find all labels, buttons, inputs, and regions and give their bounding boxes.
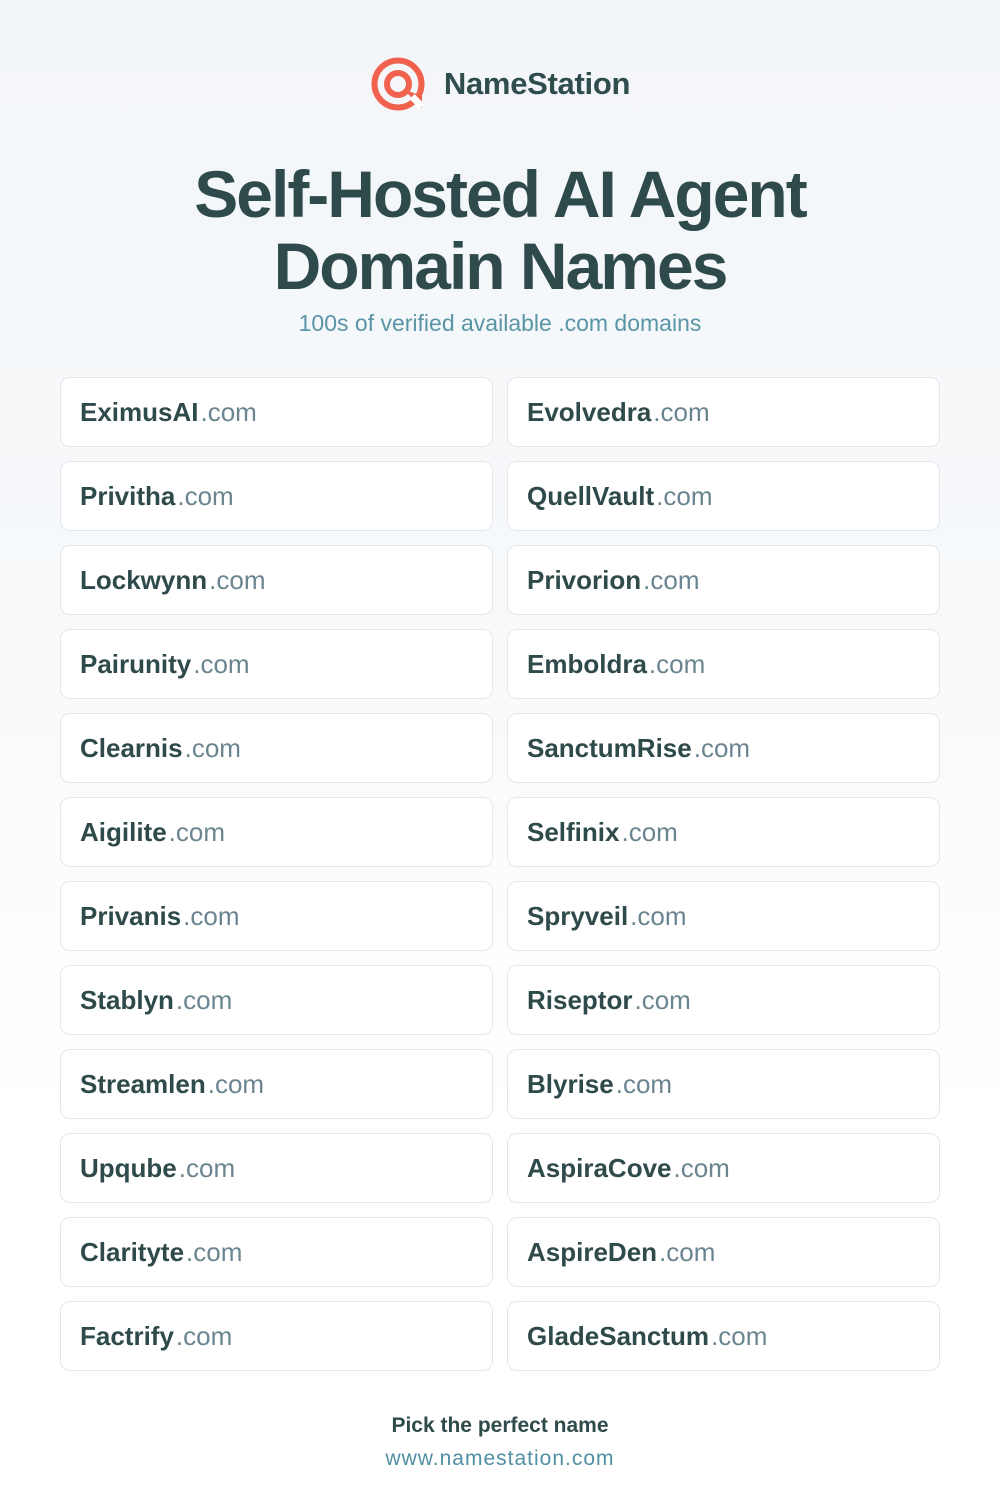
domain-name: Privorion — [527, 564, 642, 595]
domain-name: Factrify — [80, 1320, 174, 1351]
domain-name: Lockwynn — [80, 564, 208, 595]
domain-name: Blyrise — [527, 1068, 614, 1099]
brand-header: NameStation — [0, 55, 1000, 113]
domain-tld: .com — [168, 816, 226, 847]
domain-name: Clarityte — [80, 1236, 185, 1267]
domain-tld: .com — [659, 1236, 716, 1267]
domain-card[interactable]: Privanis .com — [60, 881, 493, 951]
domain-tld: .com — [621, 816, 678, 847]
page-title: Self-Hosted AI Agent Domain Names — [0, 158, 1000, 302]
domain-list: EximusAI .com Evolvedra .com Privitha .com Que… — [60, 377, 940, 1371]
domain-name: SanctumRise — [527, 732, 692, 763]
domain-card[interactable]: Upqube .com — [60, 1133, 493, 1203]
domain-tld: .com — [184, 732, 241, 763]
domain-name: Selfinix — [527, 816, 620, 847]
domain-tld: .com — [193, 648, 250, 679]
domain-name: Pairunity — [80, 648, 192, 679]
domain-name: AspireDen — [527, 1236, 658, 1267]
domain-card[interactable]: Evolvedra .com — [507, 377, 940, 447]
domain-card[interactable]: Lockwynn .com — [60, 545, 493, 615]
domain-tld: .com — [175, 984, 233, 1015]
domain-card[interactable]: Clarityte .com — [60, 1217, 493, 1287]
domain-name: Spryveil — [527, 900, 629, 931]
domain-card[interactable]: Blyrise .com — [507, 1049, 940, 1119]
domain-name: Privitha — [80, 480, 176, 511]
domain-card[interactable]: Stablyn .com — [60, 965, 493, 1035]
domain-card[interactable]: QuellVault .com — [507, 461, 940, 531]
domain-name: Emboldra — [527, 648, 647, 679]
page-title-line-1: Self-Hosted AI Agent — [194, 157, 807, 231]
domain-tld: .com — [653, 396, 710, 427]
domain-tld: .com — [643, 564, 700, 595]
domain-tld: .com — [673, 1152, 730, 1183]
domain-tld: .com — [178, 1152, 236, 1183]
domain-tld: .com — [183, 900, 240, 931]
domain-card[interactable]: Spryveil .com — [507, 881, 940, 951]
domain-name: Riseptor — [527, 984, 633, 1015]
domain-tld: .com — [711, 1320, 768, 1351]
domain-name: Clearnis — [80, 732, 183, 763]
domain-card[interactable]: Aigilite .com — [60, 797, 493, 867]
domain-name: Stablyn — [80, 984, 174, 1015]
domain-tld: .com — [175, 1320, 233, 1351]
domain-name: Upqube — [80, 1152, 177, 1183]
domain-card[interactable]: AspiraCove .com — [507, 1133, 940, 1203]
domain-tld: .com — [656, 480, 713, 511]
domain-name: Streamlen — [80, 1068, 206, 1099]
domain-name: Aigilite — [80, 816, 167, 847]
domain-card[interactable]: Streamlen .com — [60, 1049, 493, 1119]
domain-card[interactable]: Factrify .com — [60, 1301, 493, 1371]
domain-card[interactable]: AspireDen .com — [507, 1217, 940, 1287]
brand-name: NameStation — [443, 66, 631, 101]
domain-tld: .com — [630, 900, 687, 931]
domain-name: Privanis — [80, 900, 182, 931]
footer-cta: Pick the perfect name — [391, 1414, 609, 1437]
domain-tld: .com — [648, 648, 706, 679]
domain-name: GladeSanctum — [527, 1320, 710, 1351]
domain-card[interactable]: GladeSanctum .com — [507, 1301, 940, 1371]
domain-card[interactable]: SanctumRise .com — [507, 713, 940, 783]
target-search-icon — [371, 57, 425, 111]
domain-card[interactable]: Privitha .com — [60, 461, 493, 531]
domain-name: Evolvedra — [527, 396, 652, 427]
domain-card[interactable]: Privorion .com — [507, 545, 940, 615]
domain-name: AspiraCove — [527, 1152, 672, 1183]
footer-url-link[interactable]: www.namestation.com — [0, 1447, 1000, 1471]
page-title-line-2: Domain Names — [273, 229, 729, 303]
domain-tld: .com — [634, 984, 691, 1015]
domain-tld: .com — [693, 732, 751, 763]
domain-tld: .com — [186, 1236, 243, 1267]
domain-card[interactable]: Selfinix .com — [507, 797, 940, 867]
domain-name: EximusAI — [80, 396, 199, 427]
domain-tld: .com — [207, 1068, 265, 1099]
domain-name: QuellVault — [527, 480, 655, 511]
domain-tld: .com — [200, 396, 257, 427]
domain-card[interactable]: Riseptor .com — [507, 965, 940, 1035]
page-subtitle: 100s of verified available .com domains — [298, 310, 702, 336]
domain-tld: .com — [615, 1068, 673, 1099]
domain-card[interactable]: Clearnis .com — [60, 713, 493, 783]
domain-tld: .com — [177, 480, 234, 511]
domain-card[interactable]: Emboldra .com — [507, 629, 940, 699]
domain-card[interactable]: Pairunity .com — [60, 629, 493, 699]
domain-card[interactable]: EximusAI .com — [60, 377, 493, 447]
domain-tld: .com — [209, 564, 266, 595]
